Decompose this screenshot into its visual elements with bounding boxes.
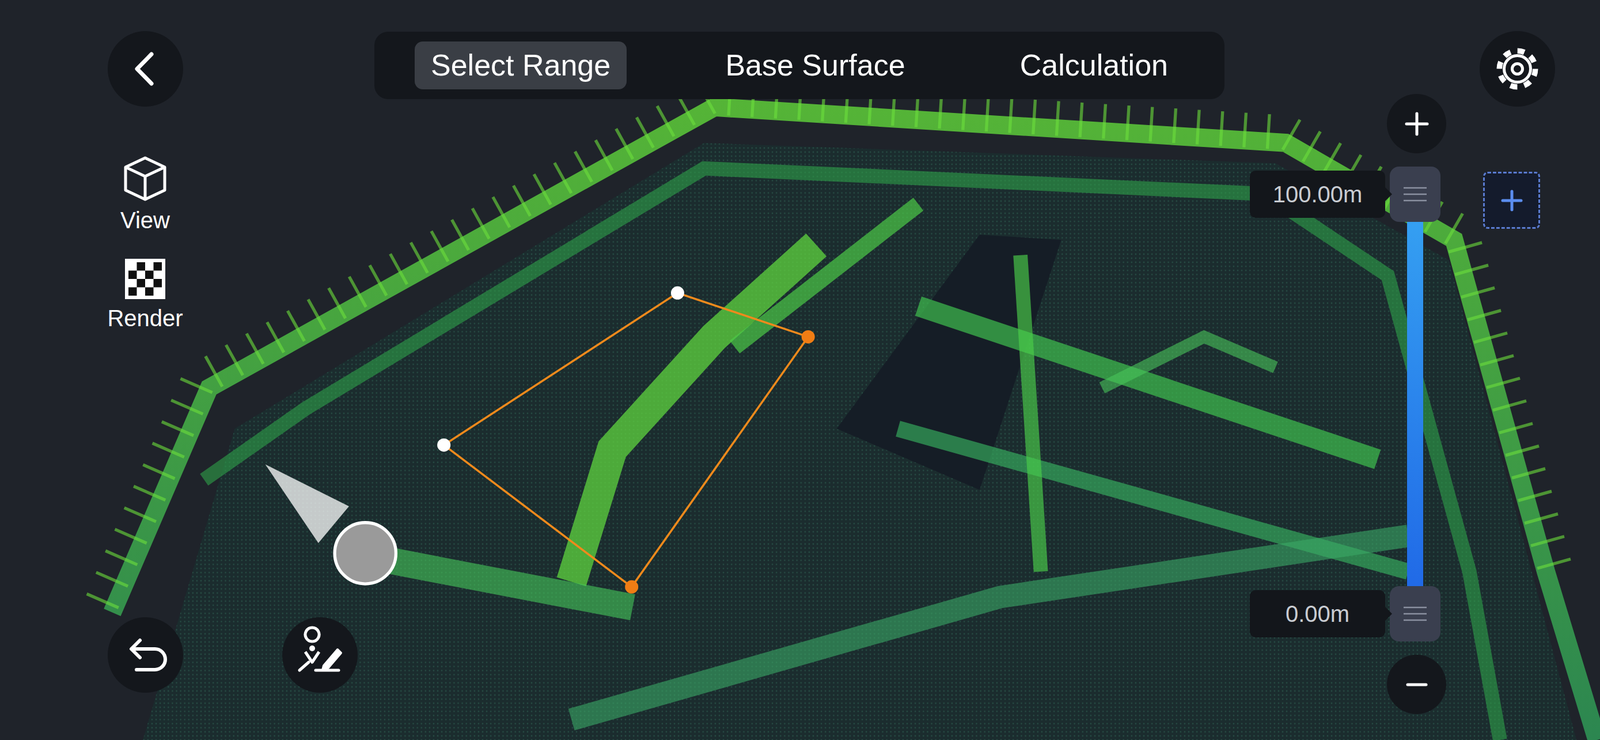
chevron-left-icon [107,31,184,107]
lower-button[interactable] [1386,654,1447,714]
draw-area-button[interactable] [282,616,358,693]
position-marker[interactable] [265,464,397,584]
height-range-slider: 100.00m 0.00m [1389,166,1441,642]
render-label: Render [107,304,183,332]
joystick-knob[interactable] [334,522,396,584]
selection-vertex[interactable] [670,286,685,300]
checkerboard-icon [123,256,168,301]
upper-height-label: 100.00m [1249,170,1386,218]
direction-arrow-icon [265,464,350,543]
lower-height-label: 0.00m [1249,589,1386,638]
back-button[interactable] [107,31,184,107]
upper-height-handle[interactable]: 100.00m [1389,166,1441,222]
render-tool[interactable]: Render [107,256,183,332]
point-cloud-viewer: Select Range Base Surface Calculation View [0,0,1600,740]
step-tab[interactable]: Select Range [414,41,627,89]
plus-icon [1399,106,1435,142]
raise-button[interactable] [1386,93,1447,154]
range-track[interactable] [1407,194,1424,614]
selection-vertex[interactable] [437,438,451,452]
step-tabs: Select Range Base Surface Calculation [374,31,1225,100]
add-layer-button[interactable] [1483,171,1541,229]
settings-button[interactable] [1479,31,1556,107]
grip-lines-icon [1402,185,1428,203]
step-tab[interactable]: Base Surface [708,41,921,89]
side-toolbar: View Render [92,154,199,332]
grip-lines-icon [1402,604,1428,623]
view-label: View [120,206,170,234]
selection-polygon[interactable] [437,286,815,594]
plus-icon [1494,183,1530,218]
selection-vertex[interactable] [624,579,639,594]
pin-pen-icon [282,616,358,693]
cube-icon [120,154,170,203]
selection-outline [444,292,809,587]
undo-icon [107,616,184,693]
gear-icon [1479,31,1556,107]
range-fill [1407,194,1424,614]
step-tab[interactable]: Calculation [1003,41,1185,89]
minus-icon [1399,666,1435,702]
lower-height-handle[interactable]: 0.00m [1389,585,1441,642]
undo-button[interactable] [107,616,184,693]
view-tool[interactable]: View [120,154,170,234]
selection-vertex[interactable] [801,330,815,344]
